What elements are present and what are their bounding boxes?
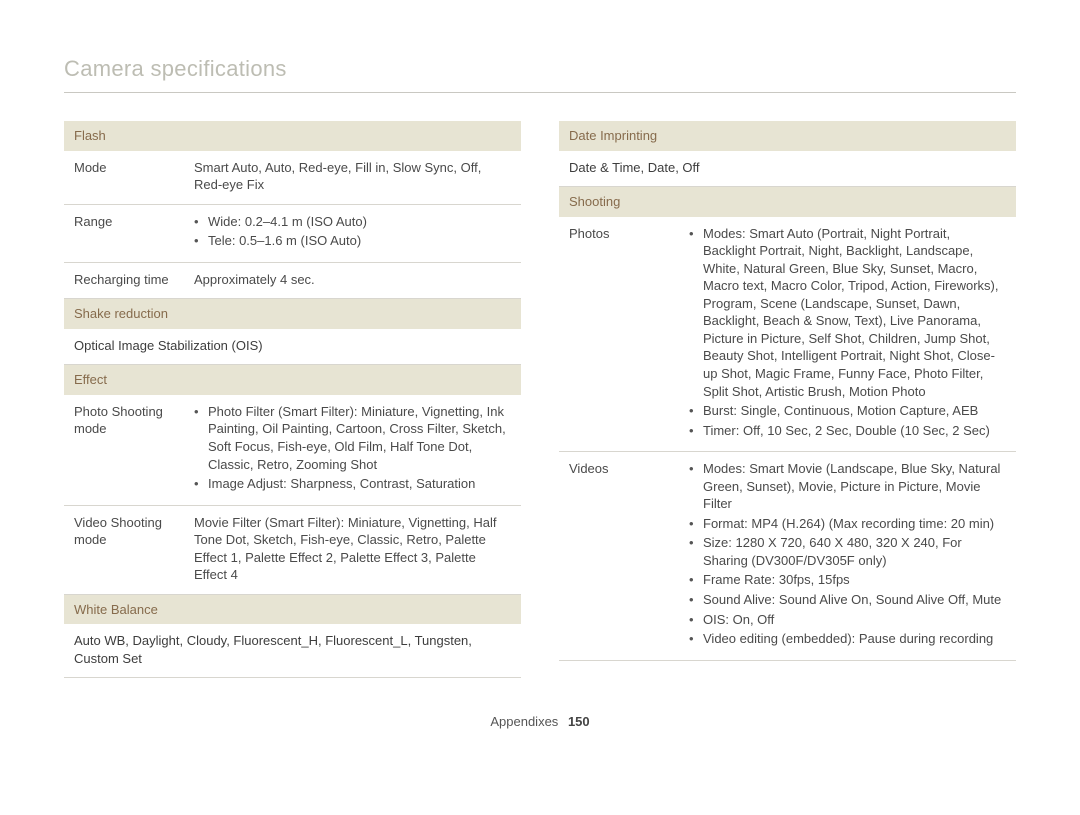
wb-value: Auto WB, Daylight, Cloudy, Fluorescent_H… [64, 624, 521, 678]
flash-range-item: Wide: 0.2–4.1 m (ISO Auto) [194, 213, 511, 231]
effect-photo-item: Image Adjust: Sharpness, Contrast, Satur… [194, 475, 511, 493]
row-wb-value: Auto WB, Daylight, Cloudy, Fluorescent_H… [64, 624, 521, 678]
shooting-videos-item: OIS: On, Off [689, 611, 1006, 629]
effect-video-value: Movie Filter (Smart Filter): Miniature, … [184, 505, 521, 594]
shooting-videos-item: Size: 1280 X 720, 640 X 480, 320 X 240, … [689, 534, 1006, 569]
flash-mode-label: Mode [64, 151, 184, 205]
shooting-photos-label: Photos [559, 217, 679, 452]
shooting-videos-item: Format: MP4 (H.264) (Max recording time:… [689, 515, 1006, 533]
row-effect-video: Video Shooting mode Movie Filter (Smart … [64, 505, 521, 594]
section-effect-label: Effect [64, 365, 521, 395]
flash-recharge-label: Recharging time [64, 262, 184, 299]
flash-range-label: Range [64, 204, 184, 262]
effect-photo-item: Photo Filter (Smart Filter): Miniature, … [194, 403, 511, 473]
footer-page-number: 150 [568, 714, 590, 729]
row-shake-value: Optical Image Stabilization (OIS) [64, 329, 521, 365]
columns: Flash Mode Smart Auto, Auto, Red-eye, Fi… [64, 121, 1016, 678]
shooting-videos-item: Video editing (embedded): Pause during r… [689, 630, 1006, 648]
section-effect: Effect [64, 365, 521, 395]
page: Camera specifications Flash Mode Smart A… [0, 0, 1080, 749]
flash-range-value: Wide: 0.2–4.1 m (ISO Auto) Tele: 0.5–1.6… [184, 204, 521, 262]
section-shooting: Shooting [559, 187, 1016, 217]
row-shooting-videos: Videos Modes: Smart Movie (Landscape, Bl… [559, 452, 1016, 660]
footer: Appendixes 150 [64, 714, 1016, 729]
shooting-photos-item: Burst: Single, Continuous, Motion Captur… [689, 402, 1006, 420]
left-column: Flash Mode Smart Auto, Auto, Red-eye, Fi… [64, 121, 521, 678]
flash-range-item: Tele: 0.5–1.6 m (ISO Auto) [194, 232, 511, 250]
effect-photo-value: Photo Filter (Smart Filter): Miniature, … [184, 395, 521, 505]
effect-video-label: Video Shooting mode [64, 505, 184, 594]
row-flash-range: Range Wide: 0.2–4.1 m (ISO Auto) Tele: 0… [64, 204, 521, 262]
shooting-photos-value: Modes: Smart Auto (Portrait, Night Portr… [679, 217, 1016, 452]
row-flash-recharge: Recharging time Approximately 4 sec. [64, 262, 521, 299]
page-title: Camera specifications [64, 56, 1016, 82]
page-rule [64, 92, 1016, 93]
shake-value: Optical Image Stabilization (OIS) [64, 329, 521, 365]
section-wb-label: White Balance [64, 594, 521, 624]
date-value: Date & Time, Date, Off [559, 151, 1016, 187]
section-wb: White Balance [64, 594, 521, 624]
section-shake: Shake reduction [64, 299, 521, 329]
shooting-videos-value: Modes: Smart Movie (Landscape, Blue Sky,… [679, 452, 1016, 660]
left-table: Flash Mode Smart Auto, Auto, Red-eye, Fi… [64, 121, 521, 678]
shooting-videos-label: Videos [559, 452, 679, 660]
section-shooting-label: Shooting [559, 187, 1016, 217]
right-table: Date Imprinting Date & Time, Date, Off S… [559, 121, 1016, 661]
footer-section: Appendixes [490, 714, 558, 729]
row-shooting-photos: Photos Modes: Smart Auto (Portrait, Nigh… [559, 217, 1016, 452]
flash-mode-value: Smart Auto, Auto, Red-eye, Fill in, Slow… [184, 151, 521, 205]
section-flash-label: Flash [64, 121, 521, 151]
shooting-videos-item: Sound Alive: Sound Alive On, Sound Alive… [689, 591, 1006, 609]
section-shake-label: Shake reduction [64, 299, 521, 329]
row-effect-photo: Photo Shooting mode Photo Filter (Smart … [64, 395, 521, 505]
section-flash: Flash [64, 121, 521, 151]
right-column: Date Imprinting Date & Time, Date, Off S… [559, 121, 1016, 678]
flash-recharge-value: Approximately 4 sec. [184, 262, 521, 299]
section-date: Date Imprinting [559, 121, 1016, 151]
row-date-value: Date & Time, Date, Off [559, 151, 1016, 187]
row-flash-mode: Mode Smart Auto, Auto, Red-eye, Fill in,… [64, 151, 521, 205]
section-date-label: Date Imprinting [559, 121, 1016, 151]
shooting-photos-item: Timer: Off, 10 Sec, 2 Sec, Double (10 Se… [689, 422, 1006, 440]
shooting-videos-item: Frame Rate: 30fps, 15fps [689, 571, 1006, 589]
shooting-photos-item: Modes: Smart Auto (Portrait, Night Portr… [689, 225, 1006, 400]
effect-photo-label: Photo Shooting mode [64, 395, 184, 505]
shooting-videos-item: Modes: Smart Movie (Landscape, Blue Sky,… [689, 460, 1006, 513]
